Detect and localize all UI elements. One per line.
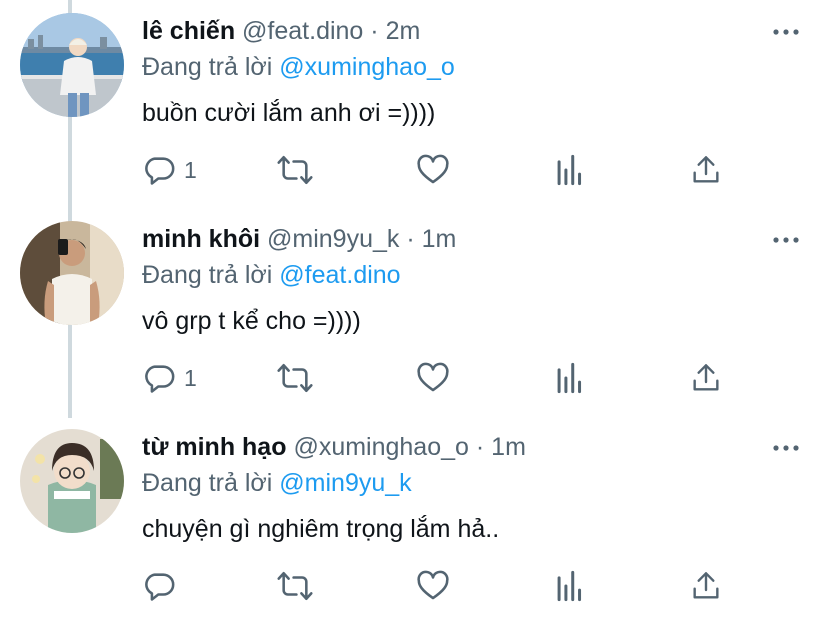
separator-dot: ·	[370, 17, 379, 45]
tweet-text: vô grp t kể cho =))))	[142, 307, 361, 335]
reply-icon	[145, 365, 175, 393]
separator-dot: ·	[475, 433, 485, 461]
avatar[interactable]	[20, 221, 124, 325]
tweet-header: lê chiến @feat.dino · 2m	[142, 14, 420, 48]
retweet-button[interactable]	[276, 150, 314, 190]
user-handle[interactable]: @xuminghao_o	[293, 433, 469, 461]
separator-dot: ·	[406, 225, 415, 253]
analytics-icon	[557, 570, 582, 602]
retweet-icon	[277, 571, 313, 601]
user-handle[interactable]: @feat.dino	[242, 17, 363, 45]
share-button[interactable]	[690, 566, 722, 606]
display-name[interactable]: từ minh hạo	[142, 433, 286, 461]
analytics-button[interactable]	[555, 566, 585, 606]
retweet-button[interactable]	[276, 358, 314, 398]
share-icon	[693, 364, 719, 391]
tweet[interactable]: từ minh hạo @xuminghao_o · 1m Đang trả l…	[0, 416, 828, 624]
avatar[interactable]	[20, 429, 124, 533]
analytics-icon	[557, 362, 582, 394]
tweet[interactable]: minh khôi @min9yu_k · 1m Đang trả lời @f…	[0, 208, 828, 416]
more-icon[interactable]	[772, 230, 800, 250]
like-button[interactable]	[416, 566, 450, 606]
action-bar: 1	[142, 358, 792, 398]
tweet[interactable]: lê chiến @feat.dino · 2m Đang trả lời @x…	[0, 0, 828, 208]
tweet-header: minh khôi @min9yu_k · 1m	[142, 222, 456, 256]
mention-link[interactable]: @min9yu_k	[279, 469, 411, 497]
reply-icon	[145, 157, 175, 185]
reply-count: 1	[184, 156, 197, 183]
action-bar	[142, 566, 792, 606]
share-button[interactable]	[690, 358, 722, 398]
replying-to: Đang trả lời @xuminghao_o	[142, 50, 455, 84]
timestamp[interactable]: 2m	[386, 17, 421, 45]
share-icon	[693, 572, 719, 599]
like-button[interactable]	[416, 358, 450, 398]
mention-link[interactable]: @feat.dino	[279, 261, 400, 289]
timestamp[interactable]: 1m	[491, 433, 526, 461]
tweet-text: chuyện gì nghiêm trọng lắm hả..	[142, 515, 500, 543]
timestamp[interactable]: 1m	[422, 225, 457, 253]
reply-icon	[145, 573, 175, 601]
reply-button[interactable]: 1	[142, 150, 197, 190]
mention-link[interactable]: @xuminghao_o	[279, 53, 455, 81]
retweet-icon	[277, 363, 313, 393]
like-icon	[417, 362, 449, 392]
tweet-text: buồn cười lắm anh ơi =))))	[142, 99, 436, 127]
retweet-icon	[277, 155, 313, 185]
user-handle[interactable]: @min9yu_k	[267, 225, 399, 253]
reply-button[interactable]: 1	[142, 358, 197, 398]
replying-to: Đang trả lời @feat.dino	[142, 258, 401, 292]
more-icon[interactable]	[772, 22, 800, 42]
like-icon	[417, 570, 449, 600]
reply-count: 1	[184, 364, 197, 391]
more-icon[interactable]	[772, 438, 800, 458]
replying-to: Đang trả lời @min9yu_k	[142, 466, 412, 500]
action-bar: 1	[142, 150, 792, 190]
retweet-button[interactable]	[276, 566, 314, 606]
share-button[interactable]	[690, 150, 722, 190]
display-name[interactable]: lê chiến	[142, 17, 235, 45]
avatar[interactable]	[20, 13, 124, 117]
analytics-button[interactable]	[555, 150, 585, 190]
reply-button[interactable]	[142, 566, 184, 606]
display-name[interactable]: minh khôi	[142, 225, 260, 253]
like-icon	[417, 154, 449, 184]
share-icon	[693, 156, 719, 183]
analytics-icon	[557, 154, 582, 186]
replying-to-label: Đang trả lời	[142, 261, 273, 289]
like-button[interactable]	[416, 150, 450, 190]
replying-to-label: Đang trả lời	[142, 469, 273, 497]
tweet-header: từ minh hạo @xuminghao_o · 1m	[142, 430, 526, 464]
analytics-button[interactable]	[555, 358, 585, 398]
replying-to-label: Đang trả lời	[142, 53, 273, 81]
